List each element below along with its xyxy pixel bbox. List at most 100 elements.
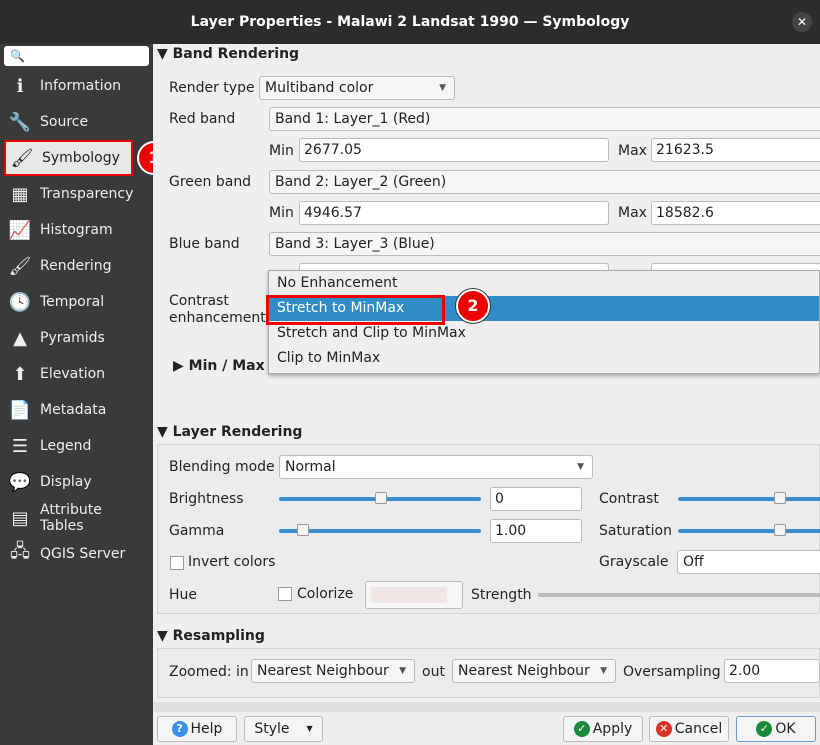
blue-band-select[interactable]: Band 3: Layer_3 (Blue)	[269, 232, 820, 256]
strength-slider[interactable]	[538, 593, 820, 597]
elevation-icon: ⬆	[12, 363, 28, 385]
sidebar-item-temporal[interactable]: 🕓 Temporal	[0, 284, 153, 320]
zoomed-in-select[interactable]: Nearest Neighbour ▼	[251, 659, 415, 683]
colorize-checkbox[interactable]	[278, 587, 292, 601]
sidebar-item-label: Transparency	[40, 186, 134, 202]
layer-rendering-header[interactable]: ▼ Layer Rendering	[157, 424, 302, 440]
style-button[interactable]: Style ▼	[244, 716, 323, 742]
paintbrush-icon: 🖌	[10, 147, 34, 169]
blending-mode-label: Blending mode	[169, 459, 275, 475]
gamma-label: Gamma	[169, 523, 225, 539]
red-max-label: Max	[618, 143, 647, 159]
red-max-input[interactable]: 21623.5	[651, 138, 820, 162]
cancel-button[interactable]: ✕ Cancel	[649, 716, 729, 742]
sidebar-item-label: Legend	[40, 438, 92, 454]
option-no-enhancement[interactable]: No Enhancement	[269, 271, 819, 296]
metadata-icon: 📄	[8, 399, 32, 421]
table-icon: ▤	[11, 507, 29, 529]
sidebar-item-metadata[interactable]: 📄 Metadata	[0, 392, 153, 428]
sidebar-item-label: Rendering	[40, 258, 112, 274]
sidebar-item-qgis-server[interactable]: 🖧 QGIS Server	[0, 536, 153, 572]
pyramid-icon: ▲	[13, 327, 27, 349]
invert-colors-checkbox[interactable]	[170, 556, 184, 570]
hue-label: Hue	[169, 587, 198, 603]
histogram-icon: 📈	[8, 219, 32, 241]
transparency-icon: ▦	[11, 183, 29, 205]
sidebar-item-label: Attribute Tables	[40, 502, 102, 534]
wrench-icon: 🔧	[8, 111, 32, 133]
contrast-label: Contrast	[599, 491, 659, 507]
green-band-label: Green band	[169, 174, 252, 190]
sidebar-item-label: Metadata	[40, 402, 107, 418]
gamma-slider[interactable]	[279, 524, 481, 536]
cancel-icon: ✕	[655, 721, 672, 737]
sidebar-item-source[interactable]: 🔧 Source	[0, 104, 153, 140]
sidebar-item-rendering[interactable]: 🖌 Rendering	[0, 248, 153, 284]
sidebar-item-label: Temporal	[40, 294, 105, 310]
ok-button[interactable]: ✓ OK	[736, 716, 816, 742]
red-band-select[interactable]: Band 1: Layer_1 (Red)	[269, 107, 820, 131]
saturation-slider[interactable]	[678, 524, 820, 536]
legend-icon: ☰	[11, 435, 29, 457]
sidebar-item-display[interactable]: 💬 Display	[0, 464, 153, 500]
green-max-label: Max	[618, 205, 647, 221]
saturation-label: Saturation	[599, 523, 672, 539]
green-max-input[interactable]: 18582.6	[651, 201, 820, 225]
info-icon: ℹ	[16, 75, 24, 97]
search-input[interactable]: 🔍	[4, 46, 149, 66]
band-rendering-header[interactable]: ▼ Band Rendering	[157, 46, 299, 62]
brightness-slider[interactable]	[279, 492, 481, 504]
oversampling-input[interactable]: 2.00	[724, 659, 820, 683]
sidebar-item-label: Information	[40, 78, 122, 94]
resampling-header[interactable]: ▼ Resampling	[157, 628, 265, 644]
option-clip-to-minmax[interactable]: Clip to MinMax	[269, 346, 819, 371]
grayscale-select[interactable]: Off	[677, 550, 820, 574]
brightness-input[interactable]: 0	[490, 487, 582, 511]
window-titlebar: Layer Properties - Malawi 2 Landsat 1990…	[0, 0, 820, 44]
search-icon: 🔍	[10, 49, 25, 63]
sidebar-item-attribute-tables[interactable]: ▤ Attribute Tables	[0, 500, 153, 536]
step-2-highlight	[266, 295, 445, 325]
sidebar-item-pyramids[interactable]: ▲ Pyramids	[0, 320, 153, 356]
green-band-select[interactable]: Band 2: Layer_2 (Green)	[269, 170, 820, 194]
colorize-label: Colorize	[297, 586, 354, 602]
blue-band-label: Blue band	[169, 236, 240, 252]
sidebar-item-label: Histogram	[40, 222, 113, 238]
sidebar-item-symbology[interactable]: 🖌 Symbology	[4, 140, 133, 176]
oversampling-label: Oversampling	[623, 664, 721, 680]
brush-icon: 🖌	[8, 255, 32, 277]
check-icon: ✓	[756, 721, 773, 737]
zoomed-out-label: out	[422, 664, 445, 680]
clock-icon: 🕓	[8, 291, 32, 313]
sidebar-item-label: Symbology	[42, 150, 120, 166]
sidebar-item-information[interactable]: ℹ Information	[0, 68, 153, 104]
sidebar-item-histogram[interactable]: 📈 Histogram	[0, 212, 153, 248]
sidebar-item-elevation[interactable]: ⬆ Elevation	[0, 356, 153, 392]
gamma-input[interactable]: 1.00	[490, 519, 582, 543]
blending-mode-select[interactable]: Normal ▼	[279, 455, 593, 479]
colorize-color-button[interactable]	[365, 581, 463, 609]
contrast-slider[interactable]	[678, 492, 820, 504]
help-button[interactable]: ? Help	[157, 716, 237, 742]
minmax-section-toggle[interactable]: ▶ Min / Max V	[173, 358, 280, 374]
horizontal-scrollbar[interactable]	[153, 702, 820, 712]
zoomed-out-select[interactable]: Nearest Neighbour ▼	[452, 659, 616, 683]
apply-button[interactable]: ✓ Apply	[563, 716, 643, 742]
green-min-label: Min	[269, 205, 294, 221]
grayscale-label: Grayscale	[599, 554, 669, 570]
red-min-input[interactable]: 2677.05	[299, 138, 609, 162]
sidebar-item-transparency[interactable]: ▦ Transparency	[0, 176, 153, 212]
green-min-input[interactable]: 4946.57	[299, 201, 609, 225]
sidebar-item-label: Source	[40, 114, 89, 130]
sidebar-item-legend[interactable]: ☰ Legend	[0, 428, 153, 464]
step-2-badge: 2	[456, 289, 490, 323]
server-icon: 🖧	[9, 541, 31, 562]
red-band-label: Red band	[169, 111, 236, 127]
help-icon: ?	[171, 721, 188, 737]
sidebar-item-label: Pyramids	[40, 330, 105, 346]
brightness-label: Brightness	[169, 491, 244, 507]
close-button[interactable]: ✕	[792, 12, 812, 32]
sidebar-item-label: Elevation	[40, 366, 106, 382]
strength-label: Strength	[471, 587, 532, 603]
render-type-select[interactable]: Multiband color ▼	[259, 76, 455, 100]
